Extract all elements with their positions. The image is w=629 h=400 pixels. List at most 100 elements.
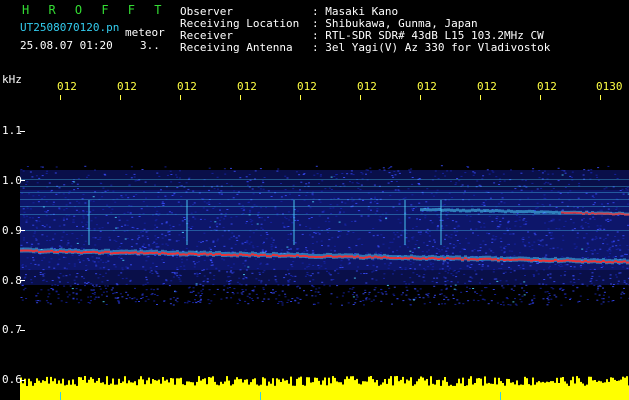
noise-speck — [157, 237, 160, 239]
time-tick-mark — [240, 95, 241, 100]
noise-speck — [490, 300, 493, 302]
meter-bar — [88, 379, 90, 400]
carrier-upper-halo — [489, 209, 492, 213]
noise-speck — [251, 224, 253, 225]
noise-speck — [457, 281, 459, 283]
carrier-upper-halo — [555, 210, 558, 214]
noise-speck — [203, 275, 206, 277]
noise-speck — [57, 254, 60, 256]
noise-speck — [350, 173, 353, 175]
noise-speck — [321, 180, 324, 182]
meter-bar — [416, 381, 418, 400]
noise-speck — [281, 290, 284, 292]
noise-speck — [370, 171, 372, 173]
meter-bar — [38, 380, 40, 400]
noise-speck — [20, 297, 23, 298]
meter-bar — [204, 378, 206, 400]
noise-speck — [184, 302, 186, 304]
meter-bar — [616, 381, 618, 400]
noise-speck — [324, 268, 327, 270]
noise-speck — [178, 274, 181, 276]
noise-speck — [172, 304, 175, 306]
meter-bar — [174, 384, 176, 400]
noise-speck — [128, 297, 131, 299]
meter-bar — [28, 378, 30, 400]
noise-speck — [98, 257, 101, 259]
noise-speck — [502, 304, 505, 306]
noise-speck — [291, 298, 294, 300]
noise-speck — [238, 277, 241, 279]
noise-speck — [46, 240, 49, 241]
noise-speck — [157, 215, 160, 216]
noise-speck — [445, 234, 448, 236]
noise-speck — [194, 211, 197, 213]
noise-speck — [430, 193, 433, 195]
noise-speck — [392, 232, 395, 234]
noise-speck — [125, 174, 128, 175]
carrier-main — [410, 256, 413, 259]
noise-speck — [446, 262, 449, 264]
noise-speck — [48, 226, 51, 228]
noise-speck — [468, 242, 471, 244]
noise-speck — [131, 298, 134, 300]
noise-speck — [213, 229, 216, 231]
noise-speck — [561, 265, 564, 267]
noise-speck — [85, 270, 87, 271]
noise-speck — [402, 292, 404, 294]
noise-speck — [297, 297, 300, 299]
noise-speck — [530, 303, 533, 305]
noise-speck — [68, 263, 71, 265]
carrier-main — [38, 251, 41, 253]
noise-speck — [593, 284, 596, 286]
carrier-main — [209, 252, 212, 255]
noise-speck — [473, 249, 476, 250]
observer-value: : Masaki Kano — [312, 5, 399, 18]
carrier-main — [53, 250, 56, 253]
noise-speck — [487, 303, 490, 305]
meter-bar — [26, 386, 28, 400]
noise-speck — [268, 279, 270, 281]
carrier-line — [20, 214, 629, 215]
noise-speck — [25, 221, 28, 223]
noise-speck — [256, 297, 259, 299]
noise-speck — [156, 295, 159, 296]
noise-speck — [515, 304, 518, 306]
noise-speck — [342, 183, 345, 185]
noise-speck — [351, 200, 354, 202]
meter-bar — [326, 385, 328, 400]
noise-speck — [398, 202, 401, 204]
meter-bar — [294, 385, 296, 400]
carrier-upper-halo — [504, 210, 507, 214]
noise-speck — [258, 272, 261, 273]
noise-speck — [139, 247, 142, 249]
noise-speck — [121, 196, 124, 198]
meter-bar — [190, 382, 192, 400]
noise-speck — [192, 287, 195, 289]
noise-speck — [587, 257, 589, 259]
noise-speck — [278, 294, 281, 296]
carrier-upper-halo — [432, 208, 435, 212]
noise-speck — [592, 216, 595, 218]
noise-speck — [388, 287, 391, 289]
noise-speck — [576, 287, 579, 289]
noise-speck — [522, 268, 525, 270]
noise-speck — [80, 234, 83, 236]
noise-speck — [402, 198, 405, 199]
carrier-main — [623, 260, 626, 263]
noise-speck — [80, 299, 83, 301]
noise-speck — [254, 286, 256, 288]
noise-speck — [303, 290, 305, 292]
noise-speck — [107, 260, 110, 262]
noise-speck — [245, 221, 248, 222]
meter-bar — [390, 376, 392, 400]
noise-speck — [21, 264, 24, 266]
noise-speck — [35, 226, 38, 228]
noise-speck — [514, 298, 516, 300]
noise-speck — [329, 204, 332, 205]
noise-speck — [426, 251, 429, 253]
carrier-main — [479, 258, 482, 260]
noise-speck — [459, 251, 462, 253]
carrier-main — [383, 255, 386, 258]
noise-speck — [360, 273, 362, 275]
noise-speck — [304, 268, 307, 270]
